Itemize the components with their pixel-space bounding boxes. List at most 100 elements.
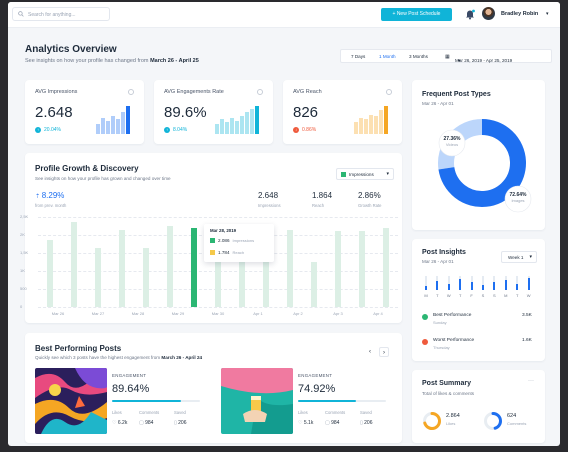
date-range-text: Mar 26, 2019 - Apr 25, 2019 — [455, 58, 513, 63]
kpi-bar — [245, 112, 249, 134]
chart-bar[interactable] — [71, 222, 77, 307]
insight-bar[interactable] — [447, 276, 450, 290]
chart-bar[interactable] — [335, 231, 341, 307]
post-types-title: Frequent Post Types — [422, 91, 491, 98]
videos-label: 27.36% Videos — [439, 136, 465, 147]
engagement-label: ENGAGEMENT — [112, 373, 147, 378]
period-3-months[interactable]: 3 Months — [409, 54, 428, 59]
kpi-bar — [126, 105, 130, 134]
comments-value: 984 — [331, 420, 340, 426]
post-types-range: Mar 26 - Apr 01 — [422, 101, 454, 106]
metric-dropdown[interactable]: Impressions ▾ — [336, 168, 394, 180]
arrow-up-icon: ↑ — [164, 127, 170, 133]
kpi-value: 89.6% — [164, 104, 207, 121]
week-dropdown[interactable]: Week 1 ▾ — [501, 251, 537, 263]
kpi-bar — [230, 117, 234, 134]
arrow-down-icon: ↓ — [293, 127, 299, 133]
insight-bar[interactable] — [425, 276, 427, 290]
stat-growth-label: Growth Rate — [358, 203, 382, 208]
insight-bar[interactable] — [459, 276, 462, 290]
growth-main-label: from prev. month — [35, 203, 67, 208]
comments-label: Comments — [139, 410, 160, 415]
chevron-down-icon: ▾ — [529, 254, 532, 260]
post-insights-range: Mar 26 - Apr 01 — [422, 259, 454, 264]
search-icon — [18, 11, 24, 17]
avatar[interactable] — [482, 7, 495, 20]
kpi-value: 2.648 — [35, 104, 73, 121]
user-name[interactable]: Bradley Robin — [501, 11, 538, 17]
kpi-bar — [111, 116, 115, 134]
likes-label: Likes — [298, 410, 308, 415]
kpi-bar — [96, 123, 100, 134]
x-tick-label: Apr 4 — [373, 311, 383, 316]
insight-bar[interactable] — [504, 276, 507, 290]
chart-bar[interactable] — [287, 229, 293, 307]
day-label: T — [436, 293, 439, 298]
kpi-sparkbars — [96, 104, 130, 134]
insight-bar[interactable] — [516, 276, 519, 290]
engagement-label: ENGAGEMENT — [298, 373, 333, 378]
insight-bar[interactable] — [527, 276, 530, 290]
kpi-card-engagement: AVG Engagements Rate 89.6% ↑ 8.04% — [154, 80, 273, 144]
insight-bar[interactable] — [470, 276, 473, 290]
kpi-bar — [215, 123, 219, 134]
chart-bar[interactable] — [311, 262, 317, 307]
x-tick-label: Mar 27 — [91, 311, 105, 316]
day-label: S — [481, 293, 485, 298]
insight-bar-fill — [527, 278, 530, 290]
chart-bar[interactable] — [383, 227, 389, 307]
saved-value: 206 — [364, 420, 373, 426]
info-icon[interactable] — [257, 89, 263, 95]
x-tick-label: Mar 29 — [171, 311, 185, 316]
saved-value: 206 — [178, 420, 187, 426]
week-dropdown-value: Week 1 — [508, 255, 524, 260]
period-1-month[interactable]: 1 Month — [379, 54, 396, 59]
post-image[interactable] — [221, 368, 293, 434]
images-label: 72.64% Images — [505, 192, 531, 203]
insight-bar[interactable] — [436, 276, 439, 290]
best-performance-dot — [422, 314, 428, 320]
search-input[interactable]: Search for anything... — [12, 7, 110, 21]
chart-bar[interactable] — [167, 226, 173, 307]
kpi-bar — [384, 105, 388, 134]
growth-main-value: ⇡ 8.29% — [35, 191, 64, 200]
likes-value: 5.1k — [303, 420, 314, 426]
insight-bar[interactable] — [482, 276, 484, 290]
new-post-schedule-button[interactable]: + New Post Schedule — [381, 8, 452, 21]
more-options-icon[interactable]: ··· — [528, 378, 534, 384]
chart-bar[interactable] — [119, 229, 125, 307]
metric-dropdown-value: Impressions — [349, 172, 374, 177]
chart-bar[interactable] — [95, 247, 101, 307]
chart-bar[interactable] — [47, 240, 53, 307]
tooltip-value: 2.086 — [218, 238, 230, 243]
trend-up-icon: ⇡ — [35, 194, 42, 200]
kpi-bar — [364, 119, 368, 134]
likes-metric: ♡ 6.2k — [112, 420, 127, 426]
notification-bell-icon[interactable] — [464, 8, 476, 20]
kpi-change: ↓ 0.86% — [293, 127, 316, 133]
kpi-bar — [101, 117, 105, 134]
saved-label: Saved — [174, 410, 186, 415]
images-name: Images — [511, 198, 525, 203]
day-label: M — [424, 293, 428, 298]
likes-total-label: Likes — [446, 421, 456, 426]
comments-label: Comments — [325, 410, 346, 415]
saved-metric: ▯ 206 — [360, 420, 372, 426]
info-icon[interactable] — [128, 89, 134, 95]
period-7-days[interactable]: 7 Days — [351, 54, 365, 59]
post-image[interactable] — [35, 368, 107, 434]
chart-bar[interactable] — [143, 247, 149, 307]
chart-bar[interactable] — [263, 258, 269, 307]
chart-bar[interactable] — [359, 231, 365, 307]
insight-bar[interactable] — [493, 276, 496, 290]
videos-name: Videos — [445, 142, 459, 147]
next-arrow-button[interactable]: › — [379, 347, 389, 357]
insight-bar-fill — [482, 285, 484, 290]
chart-bar[interactable] — [191, 227, 197, 307]
prev-arrow-button[interactable]: ‹ — [365, 347, 375, 357]
post-summary-subtitle: Total of likes & comments — [422, 391, 475, 396]
info-icon[interactable] — [386, 89, 392, 95]
chevron-down-icon[interactable]: ▾ — [546, 11, 549, 17]
day-label: S — [493, 293, 496, 298]
app-window: Search for anything... + New Post Schedu… — [8, 2, 560, 446]
